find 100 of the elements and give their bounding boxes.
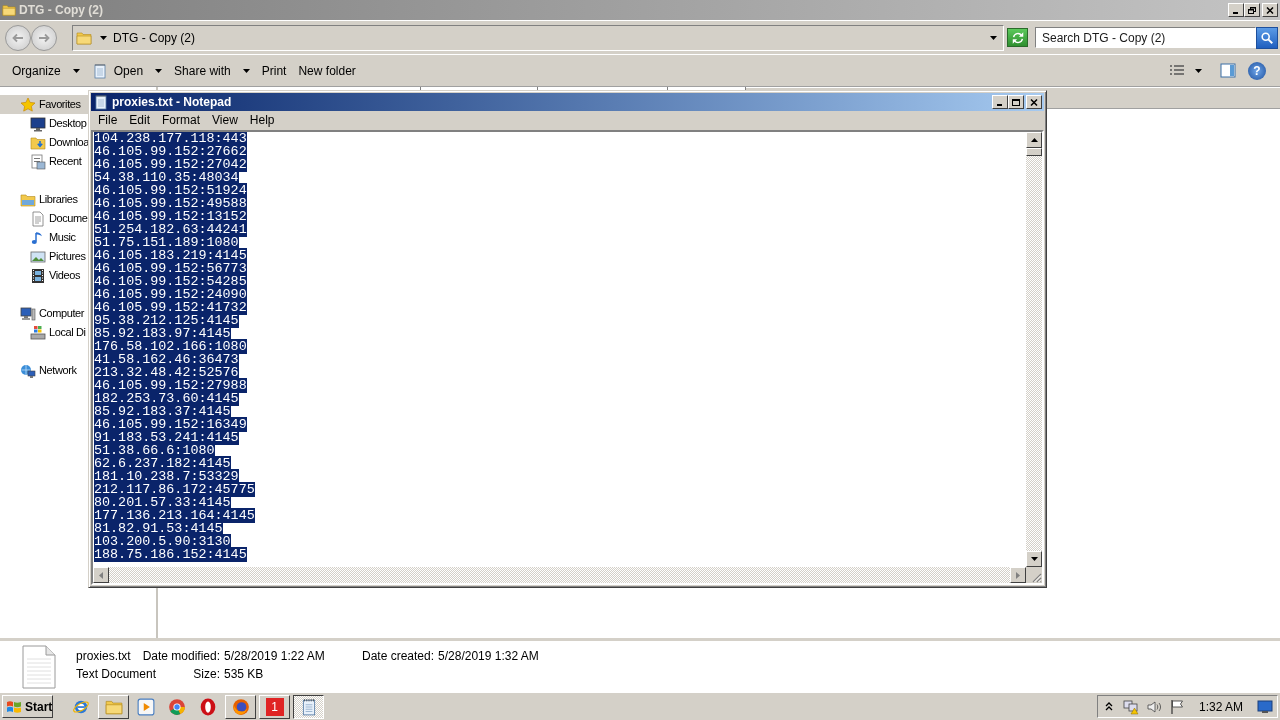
speaker-button[interactable] [1146,698,1162,715]
detail-label: Size: [193,666,220,683]
detail-value: 535 KB [224,666,264,683]
scroll-down-button[interactable] [1026,551,1042,567]
nav-item[interactable]: Videos [0,266,88,285]
nav-item[interactable]: Computer [0,304,88,323]
segmented-circle-icon [168,697,186,716]
close-icon [1266,6,1274,14]
close-button[interactable] [1026,95,1042,109]
monitor-icon [1256,698,1274,715]
restore-icon [1248,6,1256,14]
play-icon [137,697,155,716]
globe-monitor-icon [20,362,36,379]
caret-icon [242,68,250,73]
menu-item[interactable]: Format [156,112,207,129]
scroll-thumb[interactable] [1026,148,1042,156]
nav-item[interactable]: Pictures [0,247,88,266]
menu-item[interactable]: Edit [123,112,157,129]
film-strip-icon [30,267,46,284]
toolbar-button[interactable]: Organize [6,58,86,83]
nav-item[interactable]: Libraries [0,190,88,209]
menu-item[interactable]: File [92,112,124,129]
nav-item[interactable]: Docume [0,209,88,228]
nav-item[interactable]: Desktop [0,114,88,133]
close-icon [1030,98,1038,106]
detail-value: 5/28/2019 1:22 AM [224,648,325,665]
scroll-left-button[interactable] [93,567,109,583]
nav-item[interactable]: Music [0,228,88,247]
network-warning-button[interactable] [1123,698,1139,715]
window-title: proxies.txt - Notepad [112,94,232,111]
flag-button[interactable] [1169,698,1185,715]
address-bar[interactable]: DTG - Copy (2) [72,24,1004,51]
network-warning-icon [1123,698,1139,715]
left-arrow-icon [99,571,103,579]
resize-grip-icon [1030,571,1042,583]
detail-label: Date created: [362,648,435,665]
flag-icon [1169,698,1185,715]
notepad-icon [91,62,108,79]
right-arrow-icon [38,32,50,43]
computer-icon [20,305,36,322]
file-type: Text Document [76,666,157,683]
landscape-picture-icon [30,248,46,265]
restore-button[interactable] [1244,3,1260,17]
scroll-right-button[interactable] [1010,567,1026,583]
caret-icon [72,68,80,73]
taskbar-button[interactable]: 1 [259,694,290,719]
search-button[interactable] [1256,26,1278,49]
folder-icon [76,29,92,46]
library-folder-icon [20,191,36,208]
minimize-button[interactable] [992,95,1008,109]
chevron-up-icon [1105,702,1113,711]
menu-item[interactable]: Help [243,112,281,129]
up-arrow-icon [1030,138,1038,142]
show-desktop-button[interactable] [1256,698,1274,715]
star-icon [20,96,36,113]
toolbar-button[interactable]: New folder [292,58,362,83]
nav-item[interactable]: Network [0,361,88,380]
refresh-icon [1010,30,1025,45]
scroll-up-button[interactable] [1026,132,1042,148]
nav-item[interactable]: Favorites [0,95,88,114]
down-arrow-icon [1030,557,1038,561]
maximize-button[interactable] [1008,95,1024,109]
document-window-icon [30,153,46,170]
show-hidden-icons-button[interactable] [1104,700,1114,713]
toolbar-button[interactable]: Open [85,58,169,83]
swirl-globe-icon [231,697,250,716]
search-icon [1260,30,1274,45]
address-path[interactable]: DTG - Copy (2) [113,28,195,47]
horizontal-scrollbar[interactable] [93,567,1026,583]
refresh-button[interactable] [1007,28,1028,47]
file-name: proxies.txt [76,648,131,665]
menu-item[interactable]: View [206,112,244,129]
document-icon [30,210,46,227]
maximize-icon [1012,98,1020,106]
search-field[interactable]: Search DTG - Copy (2) [1035,27,1256,48]
right-arrow-icon [1016,571,1020,579]
detail-value: 5/28/2019 1:32 AM [438,648,539,665]
preview-pane-icon [1220,63,1236,78]
taskbar-button[interactable] [293,694,324,719]
caret-icon [155,68,163,73]
list-view-icon [1169,63,1185,78]
start-button[interactable]: Start [2,695,53,718]
minimize-button[interactable] [1228,3,1244,17]
nav-item[interactable]: Recent [0,152,88,171]
close-button[interactable] [1262,3,1278,17]
download-folder-icon [30,134,46,151]
folder-icon [2,3,16,17]
window-title: DTG - Copy (2) [19,3,103,17]
toolbar-button[interactable]: Share with [168,58,256,83]
number-tile: 1 [265,697,284,716]
detail-label: Date modified: [142,648,220,665]
waving-flag-icon [6,698,22,715]
vertical-scrollbar[interactable] [1026,132,1042,567]
nav-item[interactable]: Local Di [0,323,88,342]
drive-icon [30,324,46,341]
clock[interactable]: 1:32 AM [1199,697,1244,716]
monitor-icon [30,115,46,132]
toolbar-button[interactable]: Print [255,58,293,83]
left-arrow-icon [12,32,24,43]
nav-item[interactable]: Downloa [0,133,88,152]
